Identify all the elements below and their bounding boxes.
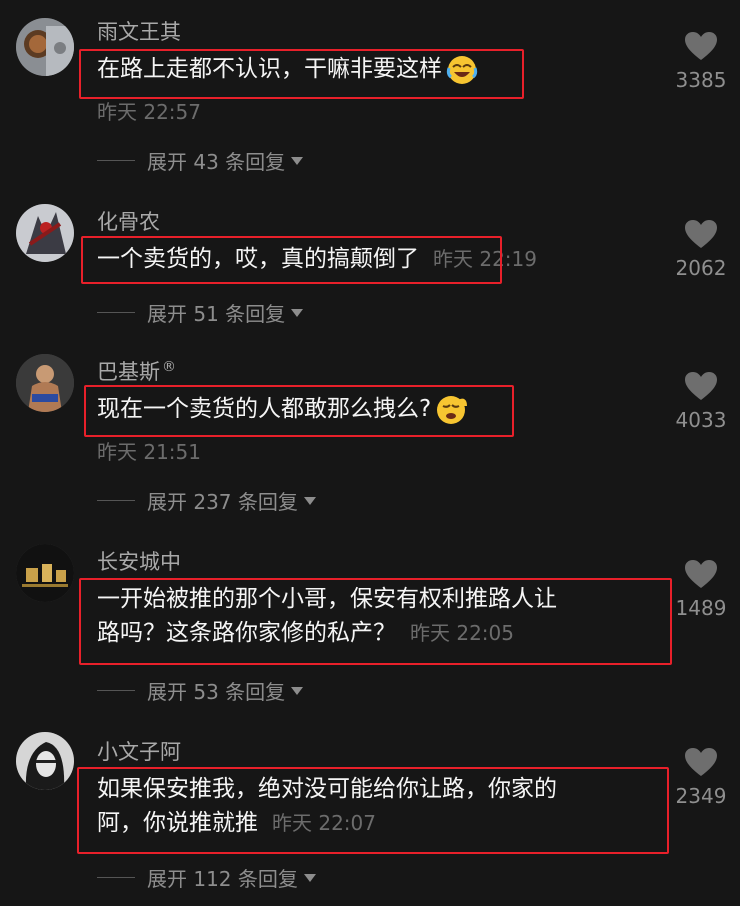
comment-text: 现在一个卖货的人都敢那么拽么? [97,392,468,426]
comment-item: 小文子阿 如果保安推我，绝对没可能给你让路，你家的 阿，你说推就推 昨天 22:0… [0,720,740,906]
comment-text: 一开始被推的那个小哥，保安有权利推路人让 路吗？这条路你家修的私产？ 昨天 22:… [97,586,557,646]
comment-item: 雨文王其 在路上走都不认识，干嘛非要这样 昨天 22:57 展开 43 条回复 … [0,0,740,190]
like-button[interactable]: 2062 [670,218,732,280]
chevron-down-icon [291,308,304,317]
username[interactable]: 雨文王其 [97,16,181,46]
avatar[interactable] [16,544,74,602]
username[interactable]: 巴基斯 ® [97,356,176,386]
like-count: 3385 [675,68,727,92]
heart-icon [685,32,717,60]
timestamp: 昨天 22:19 [433,247,537,271]
comment-item: 化骨农 一个卖货的，哎，真的搞颠倒了 昨天 22:19 展开 51 条回复 206… [0,190,740,340]
timestamp: 昨天 22:57 [97,100,201,124]
chevron-down-icon [291,156,304,165]
expand-replies-button[interactable]: 展开 112 条回复 [97,863,316,892]
timestamp: 昨天 22:05 [410,621,514,645]
username[interactable]: 化骨农 [97,206,160,236]
username[interactable]: 长安城中 [97,546,181,576]
heart-icon [685,372,717,400]
expand-replies-label: 展开 112 条回复 [147,867,298,891]
divider [97,160,135,161]
timestamp: 昨天 22:07 [272,811,376,835]
avatar[interactable] [16,354,74,412]
username[interactable]: 小文子阿 [97,736,181,766]
expand-replies-label: 展开 43 条回复 [147,150,286,174]
heart-icon [685,748,717,776]
like-count: 4033 [675,408,727,432]
divider [97,500,135,501]
chevron-down-icon [291,686,304,695]
expand-replies-button[interactable]: 展开 237 条回复 [97,486,316,515]
avatar[interactable] [16,732,74,790]
laughing-tears-emoji-icon [446,54,478,86]
registered-mark: ® [162,359,176,375]
like-button[interactable]: 3385 [670,30,732,92]
divider [97,690,135,691]
avatar[interactable] [16,18,74,76]
expand-replies-button[interactable]: 展开 51 条回复 [97,298,304,327]
heart-icon [685,560,717,588]
expand-replies-label: 展开 51 条回复 [147,302,286,326]
expand-replies-button[interactable]: 展开 53 条回复 [97,676,304,705]
divider [97,877,135,878]
like-button[interactable]: 2349 [670,746,732,808]
avatar[interactable] [16,204,74,262]
comment-item: 长安城中 一开始被推的那个小哥，保安有权利推路人让 路吗？这条路你家修的私产？昨… [0,530,740,720]
chevron-down-icon [303,873,316,882]
timestamp: 昨天 21:51 [97,440,201,464]
like-button[interactable]: 4033 [670,370,732,432]
expand-replies-label: 展开 53 条回复 [147,680,286,704]
like-button[interactable]: 1489 [670,558,732,620]
heart-icon [685,220,717,248]
expand-replies-label: 展开 237 条回复 [147,490,298,514]
expand-replies-button[interactable]: 展开 43 条回复 [97,146,304,175]
comment-text: 如果保安推我，绝对没可能给你让路，你家的 阿，你说推就推 昨天 22:07 [97,776,557,836]
like-count: 1489 [675,596,727,620]
divider [97,312,135,313]
chevron-down-icon [303,496,316,505]
comment-text: 一个卖货的，哎，真的搞颠倒了 昨天 22:19 [97,246,537,272]
comment-text: 在路上走都不认识，干嘛非要这样 [97,52,478,86]
comment-item: 巴基斯 ® 现在一个卖货的人都敢那么拽么? 昨天 21:51 展开 237 条回复… [0,340,740,530]
like-count: 2349 [675,784,727,808]
like-count: 2062 [675,256,727,280]
crying-face-emoji-icon [435,394,468,426]
